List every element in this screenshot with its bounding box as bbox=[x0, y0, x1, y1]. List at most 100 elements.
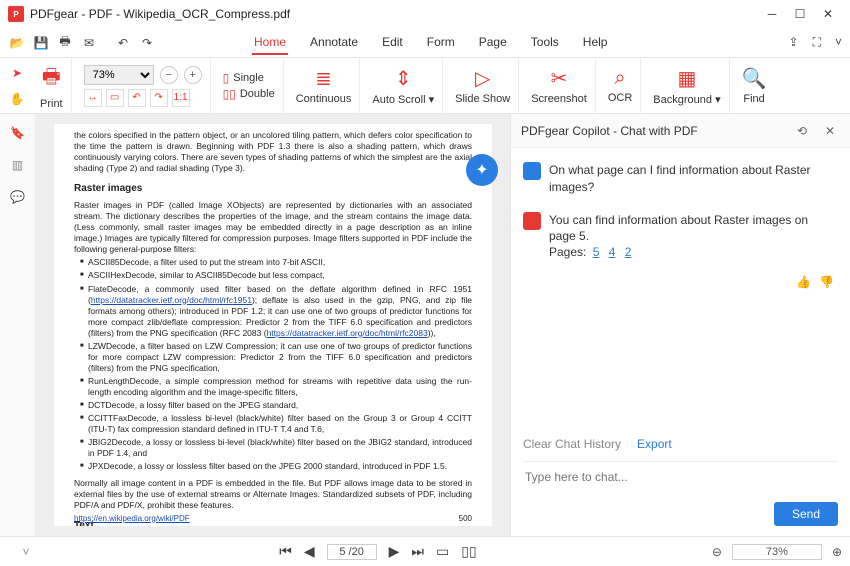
zoom-display[interactable]: 73% bbox=[732, 544, 822, 560]
page-link[interactable]: 4 bbox=[609, 245, 616, 259]
autoscroll-group[interactable]: ⇕ Auto Scroll ▾ bbox=[364, 58, 443, 113]
export-chat[interactable]: Export bbox=[637, 437, 672, 451]
print-label: Print bbox=[40, 98, 63, 110]
undo-icon[interactable]: ↶ bbox=[114, 34, 132, 52]
slideshow-group[interactable]: ▷ Slide Show bbox=[447, 58, 519, 113]
filter-list: ASCII85Decode, a filter used to put the … bbox=[80, 257, 472, 472]
footer-link[interactable]: https://en.wikipedia.org/wiki/PDF bbox=[74, 514, 190, 524]
pointer-icon[interactable]: ➤ bbox=[8, 64, 26, 82]
list-item: LZWDecode, a filter based on LZW Compres… bbox=[80, 341, 472, 374]
rotate-left-icon[interactable]: ↶ bbox=[128, 89, 146, 107]
tab-edit[interactable]: Edit bbox=[380, 31, 405, 55]
zoom-out-button[interactable]: − bbox=[160, 66, 178, 84]
view-mode-group: ▯Single ▯▯ Double bbox=[215, 58, 284, 113]
reading-mode-icon[interactable]: ▭ bbox=[436, 543, 449, 560]
pdf-text: Raster images in PDF (called Image XObje… bbox=[74, 200, 472, 255]
copilot-close-icon[interactable]: ✕ bbox=[820, 121, 840, 141]
continuous-icon: ≣ bbox=[315, 66, 332, 91]
background-group[interactable]: ▦ Background ▾ bbox=[645, 58, 729, 113]
ocr-label: OCR bbox=[608, 92, 632, 104]
chat-input[interactable] bbox=[523, 461, 838, 492]
bookmark-icon[interactable]: 🔖 bbox=[10, 126, 25, 140]
comments-icon[interactable]: 💬 bbox=[10, 190, 25, 204]
double-icon: ▯▯ bbox=[223, 87, 236, 101]
last-page-icon[interactable]: ⏭ bbox=[411, 543, 424, 560]
hand-icon[interactable]: ✋ bbox=[8, 90, 26, 108]
continuous-group[interactable]: ≣ Continuous bbox=[288, 58, 361, 113]
zoom-select[interactable]: 73% bbox=[84, 65, 154, 85]
find-group[interactable]: 🔍 Find bbox=[734, 58, 775, 113]
thumbs-up-icon[interactable]: 👍 bbox=[796, 275, 811, 289]
statusbar: ˅ ⏮ ◀ 5 /20 ▶ ⏭ ▭ ▯▯ ⊖ 73% ⊕ bbox=[0, 536, 850, 566]
chat-input-row bbox=[511, 457, 850, 502]
tab-home[interactable]: Home bbox=[252, 31, 288, 55]
page-link[interactable]: 2 bbox=[625, 245, 632, 259]
screenshot-label: Screenshot bbox=[531, 93, 587, 105]
pdf-page: the colors specified in the pattern obje… bbox=[54, 124, 492, 526]
single-icon: ▯ bbox=[223, 71, 230, 85]
heading-raster: Raster images bbox=[74, 182, 472, 195]
fullscreen-icon[interactable]: ⛶ bbox=[813, 35, 821, 50]
thumbs-down-icon[interactable]: 👎 bbox=[819, 275, 834, 289]
double-label: Double bbox=[240, 88, 275, 100]
fit-width-icon[interactable]: ↔ bbox=[84, 89, 102, 107]
prev-page-icon[interactable]: ◀ bbox=[304, 543, 315, 560]
zoom-out-icon[interactable]: ⊖ bbox=[712, 545, 722, 559]
send-button[interactable]: Send bbox=[774, 502, 838, 526]
thumbnails-icon[interactable]: ▥ bbox=[12, 158, 23, 172]
clear-history[interactable]: Clear Chat History bbox=[523, 437, 621, 451]
screenshot-group[interactable]: ✂ Screenshot bbox=[523, 58, 596, 113]
minimize-button[interactable]: ─ bbox=[758, 0, 786, 28]
zoom-in-button[interactable]: + bbox=[184, 66, 202, 84]
print-group[interactable]: 🖶 Print bbox=[32, 58, 72, 113]
app-name: PDFgear bbox=[30, 7, 78, 21]
facing-icon[interactable]: ▯▯ bbox=[461, 543, 476, 560]
first-page-icon[interactable]: ⏮ bbox=[279, 543, 292, 560]
find-label: Find bbox=[743, 93, 764, 105]
page-link[interactable]: 5 bbox=[593, 245, 600, 259]
double-view[interactable]: ▯▯ Double bbox=[223, 87, 275, 101]
tab-tools[interactable]: Tools bbox=[529, 31, 561, 55]
tab-annotate[interactable]: Annotate bbox=[308, 31, 360, 55]
pdf-viewer[interactable]: ✦ the colors specified in the pattern ob… bbox=[36, 114, 510, 536]
zoom-group: 73% − + ↔ ▭ ↶ ↷ 1:1 bbox=[76, 58, 211, 113]
list-item: JPXDecode, a lossy or lossless filter ba… bbox=[80, 461, 472, 472]
rotate-right-icon[interactable]: ↷ bbox=[150, 89, 168, 107]
screenshot-icon: ✂ bbox=[551, 66, 568, 91]
share-icon[interactable]: ⇪ bbox=[789, 35, 799, 50]
save-icon[interactable]: 💾 bbox=[32, 34, 50, 52]
maximize-button[interactable]: ☐ bbox=[786, 0, 814, 28]
open-icon[interactable]: 📂 bbox=[8, 34, 26, 52]
print-icon[interactable]: 🖶 bbox=[56, 34, 74, 52]
rfc-link[interactable]: https://datatracker.ietf.org/doc/html/rf… bbox=[91, 295, 252, 305]
toolbar: ➤ ✋ 🖶 Print 73% − + ↔ ▭ ↶ ↷ 1:1 ▯Single … bbox=[0, 58, 850, 114]
bot-avatar bbox=[523, 212, 541, 230]
close-button[interactable]: ✕ bbox=[814, 0, 842, 28]
actual-size-icon[interactable]: 1:1 bbox=[172, 89, 190, 107]
redo-icon[interactable]: ↷ bbox=[138, 34, 156, 52]
fit-page-icon[interactable]: ▭ bbox=[106, 89, 124, 107]
collapse-sidebar-icon[interactable]: ˅ bbox=[8, 545, 44, 559]
doc-name: PDF - Wikipedia_OCR_Compress.pdf bbox=[89, 7, 290, 21]
list-item: CCITTFaxDecode, a lossless bi-level (bla… bbox=[80, 413, 472, 435]
main-content: 🔖 ▥ 💬 ✦ the colors specified in the patt… bbox=[0, 114, 850, 536]
ocr-group[interactable]: ⌕ OCR bbox=[600, 58, 641, 113]
rfc-link[interactable]: https://datatracker.ietf.org/doc/html/rf… bbox=[267, 328, 428, 338]
autoscroll-icon: ⇕ bbox=[395, 66, 412, 91]
single-view[interactable]: ▯Single bbox=[223, 71, 275, 85]
pdf-text: Normally all image content in a PDF is e… bbox=[74, 478, 472, 511]
collapse-icon[interactable]: ˅ bbox=[835, 35, 842, 50]
zoom-in-icon[interactable]: ⊕ bbox=[832, 545, 842, 559]
mail-icon[interactable]: ✉ bbox=[80, 34, 98, 52]
copilot-floating-icon[interactable]: ✦ bbox=[466, 154, 498, 186]
pages-label: Pages: bbox=[549, 245, 586, 259]
page-indicator[interactable]: 5 /20 bbox=[327, 544, 377, 560]
next-page-icon[interactable]: ▶ bbox=[389, 543, 400, 560]
tab-form[interactable]: Form bbox=[425, 31, 457, 55]
bot-text: You can find information about Raster im… bbox=[549, 212, 838, 246]
chat-actions: Clear Chat History Export bbox=[511, 431, 850, 457]
page-nav: ⏮ ◀ 5 /20 ▶ ⏭ ▭ ▯▯ bbox=[52, 543, 704, 560]
copilot-refresh-icon[interactable]: ⟲ bbox=[792, 121, 812, 141]
tab-help[interactable]: Help bbox=[581, 31, 610, 55]
tab-page[interactable]: Page bbox=[477, 31, 509, 55]
